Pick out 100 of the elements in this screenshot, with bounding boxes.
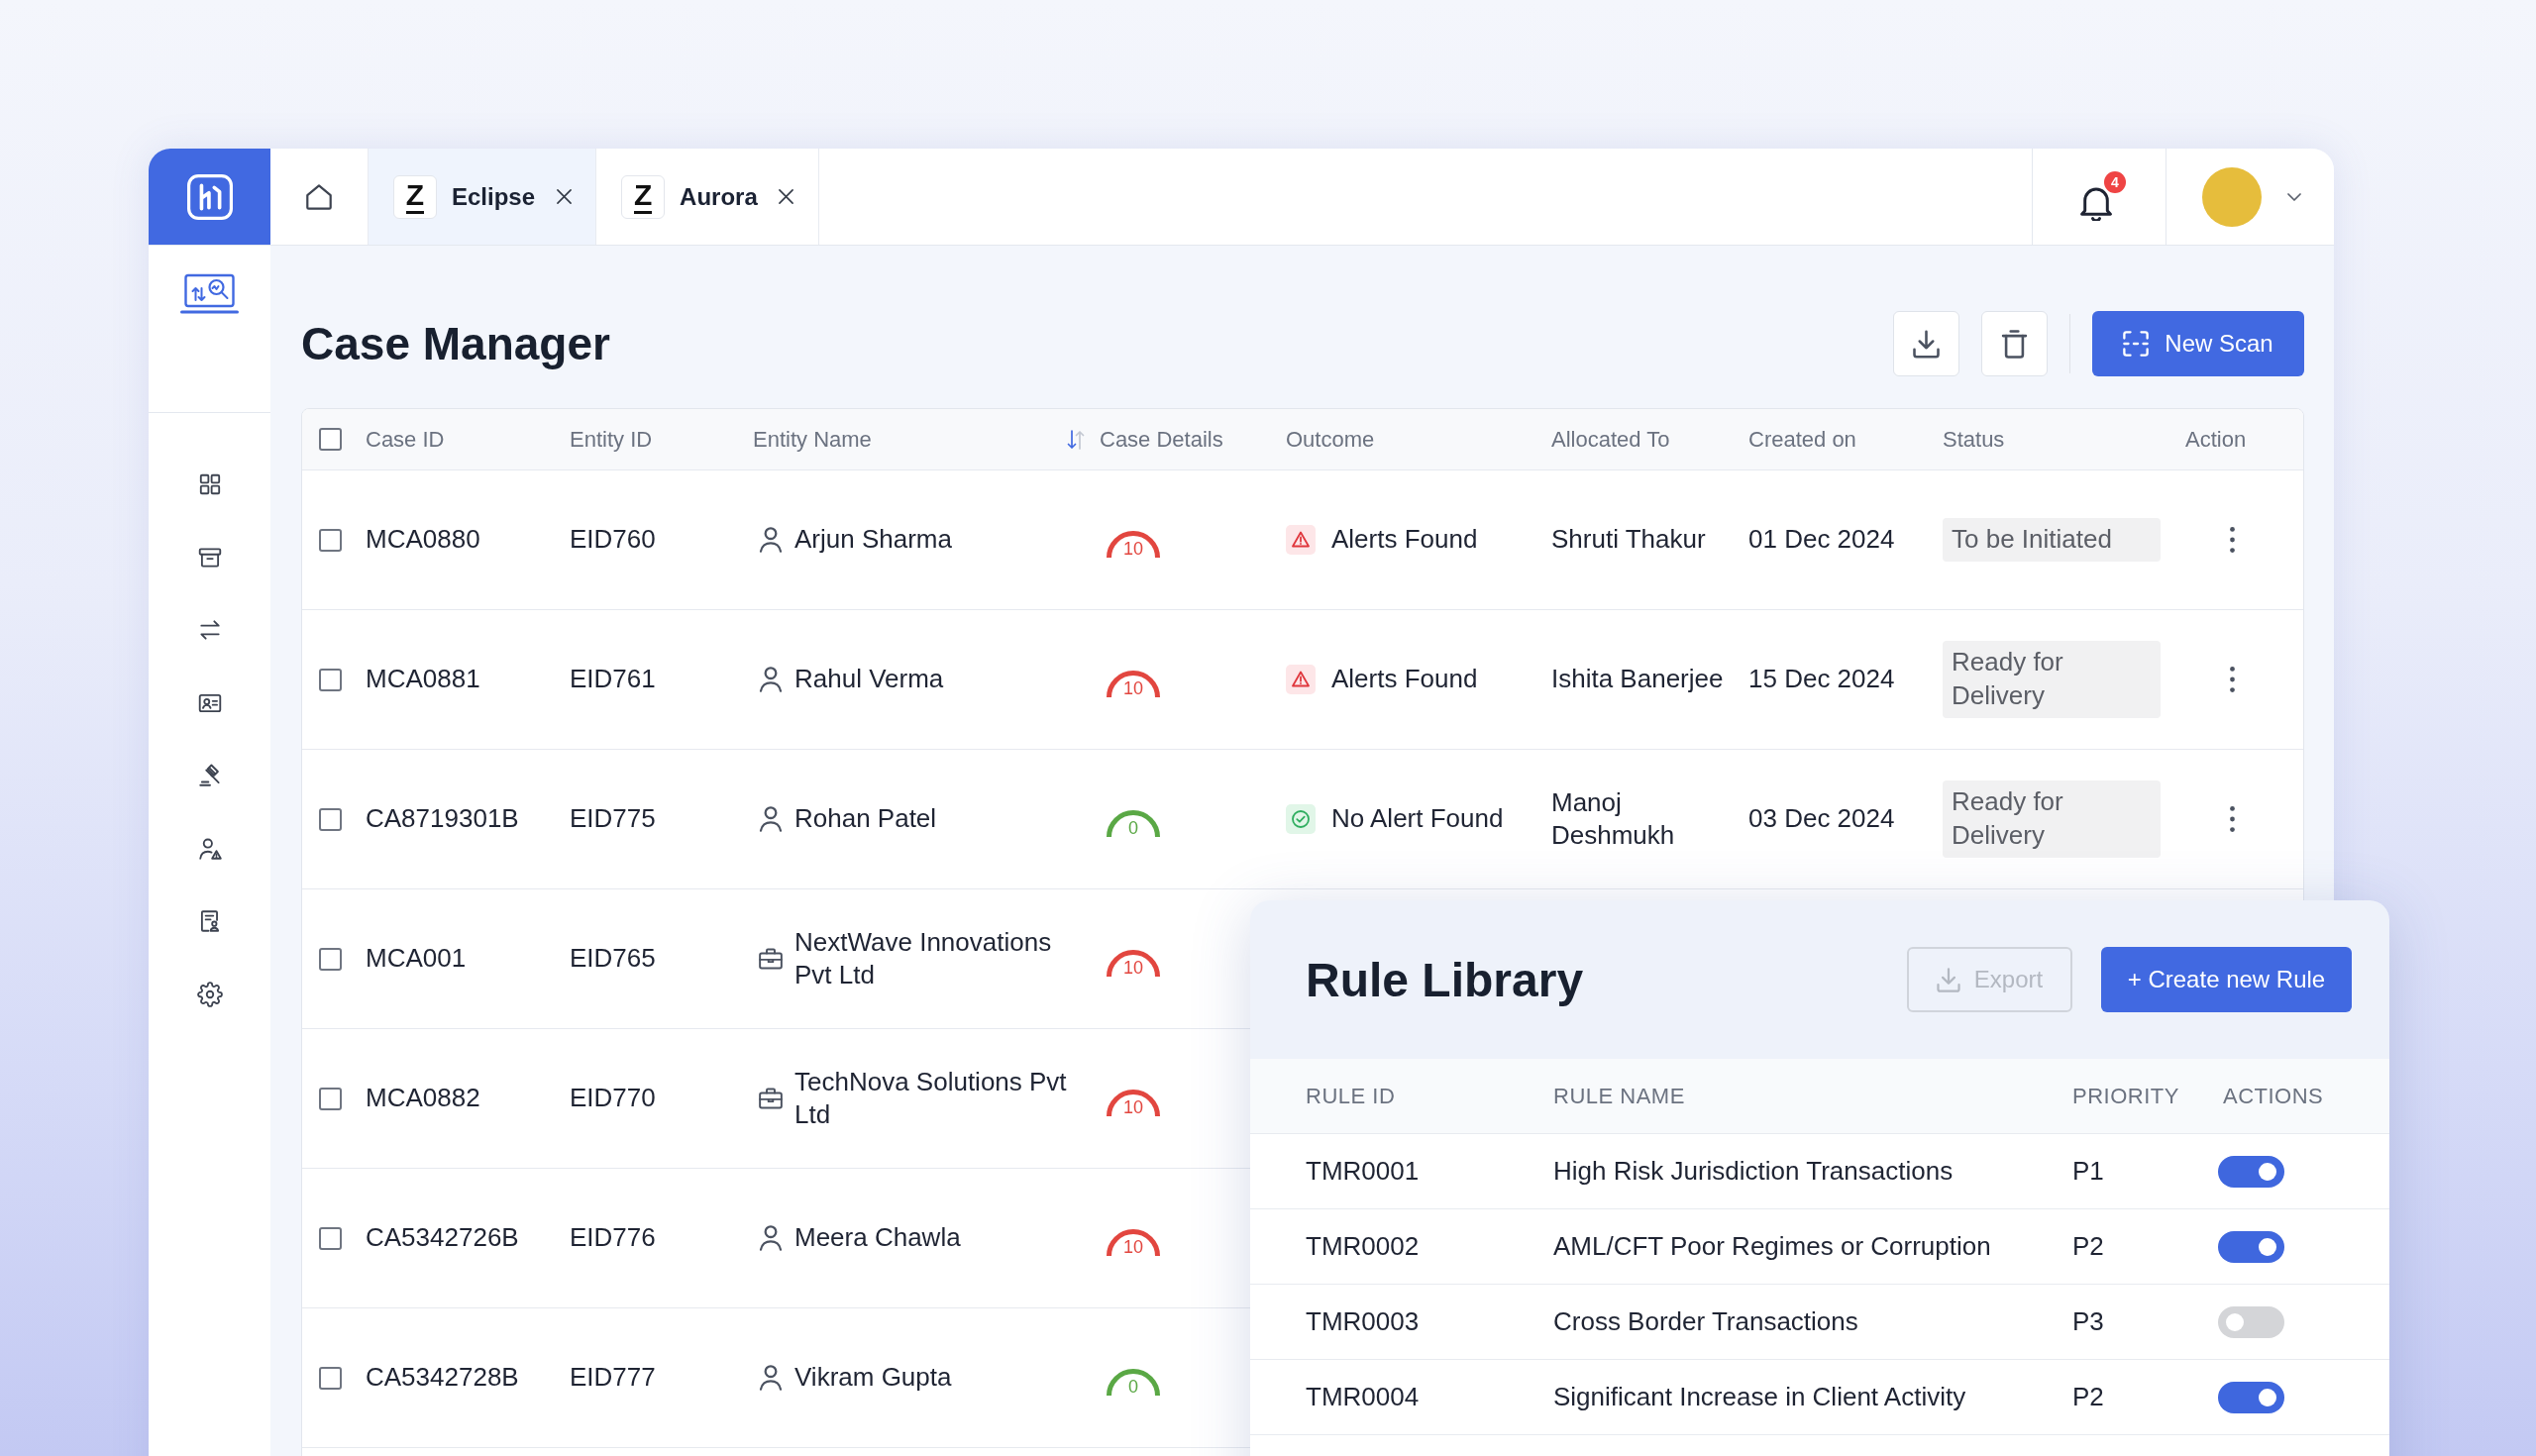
table-cell-text: Manoj Deshmukh: [1551, 785, 1676, 852]
tab[interactable]: Z Eclipse: [369, 149, 597, 245]
column-header: Created on: [1748, 426, 1856, 453]
checkbox[interactable]: [319, 428, 342, 451]
table-cell-text: NextWave Innovations Pvt Ltd: [794, 925, 1053, 991]
table-cell-text: TMR0002: [1306, 1229, 1420, 1263]
checkbox[interactable]: [319, 807, 342, 831]
notification-badge: 4: [2104, 170, 2126, 193]
table-cell: MCA0882: [366, 1082, 480, 1115]
table-cell-text: P2: [2072, 1229, 2104, 1263]
app-logo-icon[interactable]: [186, 173, 233, 220]
toggle-switch[interactable]: [2218, 1381, 2284, 1413]
toggle-switch[interactable]: [2218, 1155, 2284, 1188]
home-icon: [306, 183, 332, 210]
settings-icon[interactable]: [196, 981, 223, 1007]
risk-score-gauge: 10: [1105, 1087, 1162, 1118]
tab-close-button[interactable]: [778, 188, 794, 205]
trash-icon: [2001, 329, 2028, 359]
more-icon: [2229, 667, 2235, 692]
toggle-switch[interactable]: [2218, 1305, 2284, 1338]
table-cell: Shruti Thakur: [1551, 523, 1706, 557]
download-icon: [1913, 329, 1940, 359]
close-icon: [556, 189, 572, 204]
new-scan-button[interactable]: New Scan: [2092, 311, 2304, 376]
table-cell: Vikram Gupta: [794, 1361, 952, 1395]
download-icon: [1936, 967, 1960, 992]
workspace-logo: Z: [621, 174, 666, 219]
chevron-down-icon[interactable]: [2287, 192, 2301, 201]
status-badge: To be Initiated: [1943, 518, 2161, 562]
risk-score-gauge: 10: [1105, 947, 1162, 979]
table-cell: MCA0880: [366, 523, 480, 557]
more-options-button[interactable]: [2229, 804, 2235, 834]
laptop-search-icon[interactable]: [179, 272, 240, 316]
table-cell-text: AML/CFT Poor Regimes or Corruption: [1553, 1229, 1991, 1263]
table-cell: CA5342728B: [366, 1361, 519, 1395]
table-cell-text: P1: [2072, 1154, 2104, 1188]
checkbox[interactable]: [319, 1366, 342, 1390]
table-cell-text: TMR0004: [1306, 1380, 1420, 1413]
outcome-label: Alerts Found: [1331, 523, 1478, 557]
table-cell: Ishita Banerjee: [1551, 663, 1724, 696]
column-header: Action: [2185, 426, 2247, 453]
create-rule-button[interactable]: + Create new Rule: [2101, 947, 2352, 1012]
column-header: ACTIONS: [2223, 1083, 2324, 1109]
table-cell: Rahul Verma: [794, 663, 944, 696]
column-header: Case ID: [366, 426, 445, 453]
download-button[interactable]: [1893, 311, 1959, 376]
status-badge: Ready for Delivery: [1943, 780, 2161, 858]
outcome-label: No Alert Found: [1331, 802, 1504, 836]
column-header: PRIORITY: [2072, 1083, 2179, 1109]
table-cell-text: TMR0001: [1306, 1154, 1420, 1188]
bell-icon: [2080, 186, 2112, 221]
table-cell-text: TechNova Solutions Pvt Ltd: [794, 1065, 1068, 1131]
notification-button[interactable]: 4: [2080, 170, 2126, 221]
delete-button[interactable]: [1981, 311, 2048, 376]
table-cell-text: High Risk Jurisdiction Transactions: [1553, 1154, 1954, 1188]
table-cell-text: P2: [2072, 1380, 2104, 1413]
page-title: Case Manager: [301, 317, 610, 370]
table-cell: EID770: [570, 1082, 656, 1115]
column-header: Entity ID: [570, 426, 653, 453]
more-options-button[interactable]: [2229, 525, 2235, 555]
column-header: Entity Name: [753, 426, 872, 453]
sort-descending-icon[interactable]: [1066, 427, 1086, 452]
more-icon: [2229, 806, 2235, 832]
table-cell: MCA0881: [366, 663, 480, 696]
checkbox[interactable]: [319, 1087, 342, 1110]
table-cell: EID777: [570, 1361, 656, 1395]
checkbox[interactable]: [319, 668, 342, 691]
table-cell: EID776: [570, 1221, 656, 1255]
table-cell-text: TMR0003: [1306, 1304, 1420, 1338]
checkbox[interactable]: [319, 947, 342, 971]
table-cell: EID765: [570, 942, 656, 976]
risk-score-gauge: 0: [1105, 1366, 1162, 1398]
table-cell: 15 Dec 2024: [1748, 663, 1895, 696]
table-cell: 01 Dec 2024: [1748, 523, 1895, 557]
table-cell: 03 Dec 2024: [1748, 802, 1895, 836]
risk-score-gauge: 10: [1105, 528, 1162, 560]
risk-score-gauge: 10: [1105, 1226, 1162, 1258]
status-badge: Ready for Delivery: [1943, 641, 2161, 718]
column-header: RULE ID: [1306, 1083, 1396, 1109]
table-cell-text: Significant Increase in Client Activity: [1553, 1380, 1966, 1413]
table-cell: Arjun Sharma: [794, 523, 952, 557]
column-header: Outcome: [1286, 426, 1375, 453]
close-icon: [779, 189, 794, 204]
more-options-button[interactable]: [2229, 665, 2235, 694]
outcome-label: Alerts Found: [1331, 663, 1478, 696]
checkbox[interactable]: [319, 528, 342, 552]
column-header: RULE NAME: [1553, 1083, 1685, 1109]
column-header: Case Details: [1100, 426, 1223, 453]
table-cell-text: Cross Border Transactions: [1553, 1304, 1858, 1338]
table-cell: EID775: [570, 802, 656, 836]
checkbox[interactable]: [319, 1226, 342, 1250]
toggle-switch[interactable]: [2218, 1230, 2284, 1263]
panel-title: Rule Library: [1306, 952, 1584, 1007]
table-cell: CA5342726B: [366, 1221, 519, 1255]
more-icon: [2229, 527, 2235, 553]
column-header: Allocated To: [1551, 426, 1670, 453]
table-cell-text: P3: [2072, 1304, 2104, 1338]
table-cell: MCA001: [366, 942, 467, 976]
table-cell: EID760: [570, 523, 656, 557]
tab-close-button[interactable]: [556, 188, 573, 205]
